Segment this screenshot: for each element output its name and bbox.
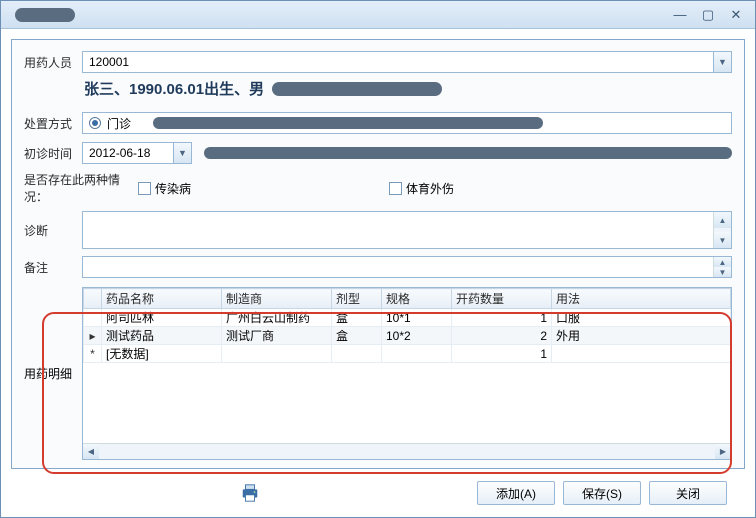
disposition-radio-outpatient[interactable] <box>89 117 101 129</box>
patient-summary-text: 张三、1990.06.01出生、男 <box>84 78 264 99</box>
close-button[interactable]: 关闭 <box>649 481 727 505</box>
patient-combo[interactable]: 120001 ▼ <box>82 51 732 73</box>
remarks-textarea[interactable]: ▲ ▼ <box>82 256 732 278</box>
conditions-label: 是否存在此两种情况： <box>24 171 124 205</box>
scroll-up-icon[interactable]: ▲ <box>714 257 731 267</box>
footer: 添加(A) 保存(S) 关闭 <box>11 469 745 517</box>
first-visit-value: 2012-06-18 <box>83 146 173 160</box>
patient-summary: 张三、1990.06.01出生、男 <box>84 78 732 99</box>
table-row[interactable]: *[无数据] 1 <box>84 345 731 363</box>
cell-qty[interactable]: 1 <box>452 309 552 327</box>
cell-manufacturer[interactable]: 广州白云山制药 <box>222 309 332 327</box>
scroll-right-icon[interactable]: ▶ <box>715 444 731 459</box>
remarks-label: 备注 <box>24 259 76 276</box>
add-button[interactable]: 添加(A) <box>477 481 555 505</box>
cell-form[interactable]: 盒 <box>332 309 382 327</box>
printer-icon[interactable] <box>239 483 261 503</box>
scroll-up-icon[interactable]: ▲ <box>714 212 731 228</box>
grid-header-spec[interactable]: 规格 <box>382 289 452 309</box>
grid-header-form[interactable]: 剂型 <box>332 289 382 309</box>
row-marker[interactable]: ▸ <box>84 327 102 345</box>
cell-manufacturer[interactable] <box>222 345 332 363</box>
scroll-down-icon[interactable]: ▼ <box>714 232 731 248</box>
sports-injury-checkbox[interactable] <box>389 182 402 195</box>
grid-header-marker <box>84 289 102 309</box>
form-panel: 用药人员 120001 ▼ 张三、1990.06.01出生、男 处置方式 门诊 <box>11 39 745 469</box>
cell-form[interactable] <box>332 345 382 363</box>
first-visit-label: 初诊时间 <box>24 145 76 162</box>
scroll-left-icon[interactable]: ◀ <box>83 444 99 459</box>
scroll-down-icon[interactable]: ▼ <box>714 267 731 277</box>
first-visit-dropdown-button[interactable]: ▼ <box>173 143 191 163</box>
grid-header-name[interactable]: 药品名称 <box>102 289 222 309</box>
disposition-redacted <box>153 117 543 129</box>
infectious-checkbox[interactable] <box>138 182 151 195</box>
grid-header-manufacturer[interactable]: 制造商 <box>222 289 332 309</box>
cell-spec[interactable] <box>382 345 452 363</box>
diagnosis-textarea[interactable]: ▲ ▼ <box>82 211 732 249</box>
close-window-button[interactable]: ✕ <box>723 6 749 24</box>
title-redacted <box>15 8 75 22</box>
minimize-button[interactable]: — <box>667 6 693 24</box>
app-window: — ▢ ✕ 用药人员 120001 ▼ 张三、1990.06.01出生、男 处置… <box>0 0 756 518</box>
first-visit-date[interactable]: 2012-06-18 ▼ <box>82 142 192 164</box>
grid-header-row: 药品名称 制造商 剂型 规格 开药数量 用法 <box>84 289 731 309</box>
patient-id-value: 120001 <box>83 55 713 69</box>
grid-horizontal-scrollbar[interactable]: ◀ ▶ <box>83 443 731 459</box>
cell-usage[interactable]: 外用 <box>552 327 731 345</box>
cell-form[interactable]: 盒 <box>332 327 382 345</box>
grid-header-qty[interactable]: 开药数量 <box>452 289 552 309</box>
remarks-scrollbar[interactable]: ▲ ▼ <box>713 257 731 277</box>
titlebar: — ▢ ✕ <box>1 1 755 29</box>
cell-name[interactable]: 测试药品 <box>102 327 222 345</box>
row-marker[interactable]: * <box>84 345 102 363</box>
cell-qty[interactable]: 1 <box>452 345 552 363</box>
maximize-button[interactable]: ▢ <box>695 6 721 24</box>
first-visit-redacted <box>204 147 732 159</box>
detail-label: 用药明细 <box>24 287 76 460</box>
grid-header-usage[interactable]: 用法 <box>552 289 731 309</box>
row-marker[interactable] <box>84 309 102 327</box>
infectious-label: 传染病 <box>155 180 191 197</box>
cell-spec[interactable]: 10*1 <box>382 309 452 327</box>
cell-spec[interactable]: 10*2 <box>382 327 452 345</box>
disposition-radio-outpatient-label: 门诊 <box>107 115 131 132</box>
cell-usage[interactable] <box>552 345 731 363</box>
table-row[interactable]: 阿司匹林广州白云山制药盒10*11口服 <box>84 309 731 327</box>
diagnosis-scrollbar[interactable]: ▲ ▼ <box>713 212 731 248</box>
disposition-label: 处置方式 <box>24 115 76 132</box>
patient-summary-redacted <box>272 82 442 96</box>
cell-name[interactable]: 阿司匹林 <box>102 309 222 327</box>
diagnosis-label: 诊断 <box>24 222 76 239</box>
medication-grid[interactable]: 药品名称 制造商 剂型 规格 开药数量 用法 阿司匹林广州白云山制药盒10*11… <box>82 287 732 460</box>
cell-manufacturer[interactable]: 测试厂商 <box>222 327 332 345</box>
sports-injury-label: 体育外伤 <box>406 180 454 197</box>
save-button[interactable]: 保存(S) <box>563 481 641 505</box>
disposition-group: 门诊 <box>82 112 732 134</box>
cell-usage[interactable]: 口服 <box>552 309 731 327</box>
cell-name[interactable]: [无数据] <box>102 345 222 363</box>
content-area: 用药人员 120001 ▼ 张三、1990.06.01出生、男 处置方式 门诊 <box>1 29 755 517</box>
patient-label: 用药人员 <box>24 54 76 71</box>
cell-qty[interactable]: 2 <box>452 327 552 345</box>
patient-dropdown-button[interactable]: ▼ <box>713 52 731 72</box>
table-row[interactable]: ▸测试药品测试厂商盒10*22外用 <box>84 327 731 345</box>
